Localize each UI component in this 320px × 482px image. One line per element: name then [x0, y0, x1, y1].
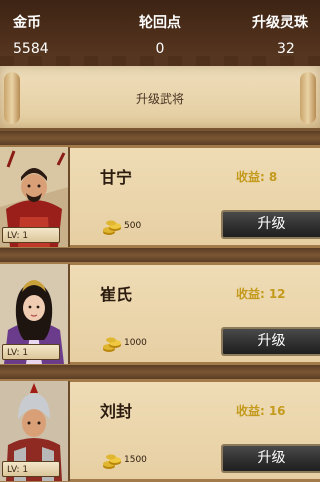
hero-list[interactable]: LV: 1 甘宁 收益: 8 500 升级 LV: 1 崔氏 收益: 12 10… — [0, 131, 320, 482]
gold-coin-stack-icon — [103, 454, 121, 469]
row-separator — [0, 248, 320, 262]
income-label: 收益: — [236, 287, 265, 301]
upgrade-button[interactable]: 升级 — [221, 327, 320, 356]
hero-portrait: LV: 1 — [0, 147, 70, 247]
income-value: 12 — [268, 287, 286, 301]
hero-row: LV: 1 刘封 收益: 16 1500 升级 — [0, 379, 320, 482]
income-label: 收益: — [236, 170, 265, 184]
hero-name: 崔氏 — [100, 285, 133, 304]
hero-portrait: LV: 1 — [0, 264, 70, 364]
row-separator — [0, 131, 320, 145]
upgrade-orbs-label: 升级灵珠 — [252, 15, 308, 31]
upgrade-button[interactable]: 升级 — [221, 210, 320, 239]
gold-label: 金币 — [13, 15, 41, 31]
upgrade-button[interactable]: 升级 — [221, 444, 320, 473]
hero-row: LV: 1 崔氏 收益: 12 1000 升级 — [0, 262, 320, 365]
gold-coin-stack-icon — [103, 337, 121, 352]
return-points-value: 0 — [155, 41, 165, 57]
hero-level-badge: LV: 1 — [2, 227, 60, 243]
hero-row: LV: 1 甘宁 收益: 8 500 升级 — [0, 145, 320, 248]
page-title: 升级武将 — [135, 92, 184, 106]
stats-bar: 金币 5584 轮回点 0 升级灵珠 32 — [0, 0, 320, 68]
hero-name: 甘宁 — [100, 168, 133, 187]
income-label: 收益: — [236, 404, 265, 418]
hero-name: 刘封 — [100, 402, 133, 421]
hero-level-badge: LV: 1 — [2, 461, 60, 477]
hero-income: 收益: 8 — [236, 168, 277, 185]
title-banner: 升级武将 — [0, 66, 320, 131]
gold-value: 5584 — [13, 41, 49, 57]
upgrade-orbs-value: 32 — [277, 41, 295, 57]
row-separator — [0, 365, 320, 379]
hero-level-badge: LV: 1 — [2, 344, 60, 360]
hero-portrait: LV: 1 — [0, 381, 70, 481]
upgrade-cost: 1500 — [124, 455, 147, 465]
return-points-label: 轮回点 — [139, 15, 181, 31]
income-value: 16 — [268, 404, 286, 418]
hero-income: 收益: 16 — [236, 402, 286, 419]
upgrade-cost: 500 — [124, 221, 142, 231]
hero-income: 收益: 12 — [236, 285, 286, 302]
upgrade-cost: 1000 — [124, 338, 147, 348]
income-value: 8 — [268, 170, 278, 184]
gold-coin-stack-icon — [103, 220, 121, 235]
